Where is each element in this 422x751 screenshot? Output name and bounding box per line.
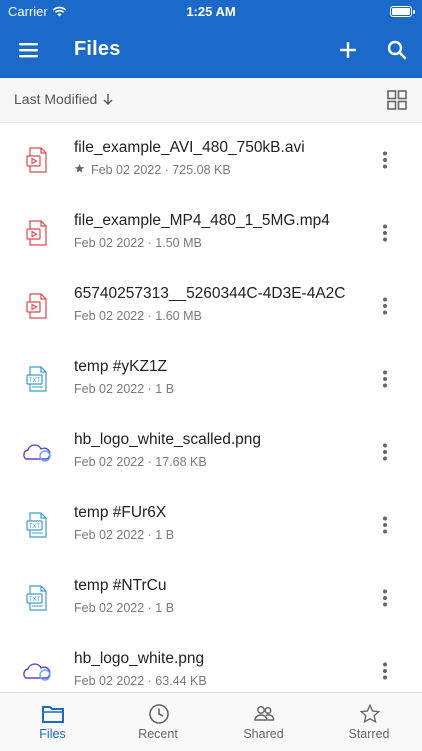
file-meta-text: Feb 02 2022 · 725.08 KB <box>91 163 231 177</box>
file-meta-text: Feb 02 2022 · 1.60 MB <box>74 309 202 323</box>
more-vertical-icon <box>374 224 396 248</box>
tab-files[interactable]: Files <box>0 693 105 751</box>
txt-file-icon: TXT <box>20 364 54 394</box>
more-vertical-icon <box>374 443 396 467</box>
file-name: 65740257313__5260344C-4D3E-4A2C <box>74 285 346 302</box>
more-vertical-icon <box>374 516 396 540</box>
more-vertical-icon <box>374 370 396 394</box>
tab-bar: Files Recent Shared Starred <box>0 692 422 751</box>
tab-label: Starred <box>348 727 390 741</box>
file-name: file_example_MP4_480_1_5MG.mp4 <box>74 212 330 229</box>
more-options-button[interactable] <box>374 587 396 609</box>
starred-icon <box>74 163 85 177</box>
video-file-icon <box>20 291 54 321</box>
file-row[interactable]: TXT temp #FUr6X Feb 02 2022 · 1 B <box>0 488 422 561</box>
menu-icon <box>19 43 38 58</box>
file-name: temp #FUr6X <box>74 504 167 521</box>
tab-shared[interactable]: Shared <box>211 693 316 751</box>
file-meta-text: Feb 02 2022 · 63.44 KB <box>74 674 207 688</box>
tab-label: Shared <box>243 727 284 741</box>
more-vertical-icon <box>374 662 396 686</box>
menu-button[interactable] <box>14 36 44 64</box>
status-time: 1:25 AM <box>186 4 236 19</box>
more-vertical-icon <box>374 297 396 321</box>
file-row[interactable]: 65740257313__5260344C-4D3E-4A2C Feb 02 20… <box>0 269 422 342</box>
tab-recent[interactable]: Recent <box>106 693 211 751</box>
file-meta: Feb 02 2022 · 1 B <box>74 528 174 542</box>
file-name: hb_logo_white.png <box>74 650 205 667</box>
file-name: hb_logo_white_scalled.png <box>74 431 262 448</box>
file-row[interactable]: hb_logo_white_scalled.png Feb 02 2022 · 1… <box>0 415 422 488</box>
file-meta: Feb 02 2022 · 1.60 MB <box>74 309 202 323</box>
file-row[interactable]: file_example_AVI_480_750kB.avi Feb 02 202… <box>0 123 422 196</box>
sort-bar: Last Modified <box>0 78 422 123</box>
file-meta-text: Feb 02 2022 · 1.50 MB <box>74 236 202 250</box>
more-options-button[interactable] <box>374 514 396 536</box>
nav-bar: Files <box>0 28 422 72</box>
file-list: file_example_AVI_480_750kB.avi Feb 02 202… <box>0 123 422 692</box>
search-icon <box>387 40 407 60</box>
sort-selector[interactable]: Last Modified <box>14 91 115 107</box>
file-meta: Feb 02 2022 · 1 B <box>74 601 174 615</box>
more-options-button[interactable] <box>374 295 396 317</box>
more-vertical-icon <box>374 589 396 613</box>
svg-text:TXT: TXT <box>29 597 41 603</box>
tab-label: Recent <box>138 727 178 741</box>
search-button[interactable] <box>383 36 411 64</box>
file-meta: Feb 02 2022 · 1.50 MB <box>74 236 202 250</box>
file-row[interactable]: file_example_MP4_480_1_5MG.mp4 Feb 02 202… <box>0 196 422 269</box>
tab-starred[interactable]: Starred <box>317 693 422 751</box>
status-bar: Carrier 1:25 AM <box>0 0 422 24</box>
txt-file-icon: TXT <box>20 510 54 540</box>
file-meta-text: Feb 02 2022 · 1 B <box>74 528 175 542</box>
arrow-down-icon <box>103 94 113 105</box>
more-vertical-icon <box>374 151 396 175</box>
page-title: Files <box>74 38 121 60</box>
video-file-icon <box>20 145 54 175</box>
file-meta: Feb 02 2022 · 63.44 KB <box>74 674 207 688</box>
file-name: temp #yKZ1Z <box>74 358 168 375</box>
file-meta-text: Feb 02 2022 · 1 B <box>74 601 175 615</box>
plus-icon <box>340 42 356 58</box>
add-button[interactable] <box>334 36 362 64</box>
file-row[interactable]: TXT temp #yKZ1Z Feb 02 2022 · 1 B <box>0 342 422 415</box>
more-options-button[interactable] <box>374 441 396 463</box>
file-name: file_example_AVI_480_750kB.avi <box>74 139 305 156</box>
svg-text:TXT: TXT <box>29 524 41 530</box>
svg-text:TXT: TXT <box>29 378 41 384</box>
file-name: temp #NTrCu <box>74 577 167 594</box>
battery-icon <box>390 6 415 17</box>
video-file-icon <box>20 218 54 248</box>
more-options-button[interactable] <box>374 368 396 390</box>
more-options-button[interactable] <box>374 222 396 244</box>
file-meta: Feb 02 2022 · 1 B <box>74 382 174 396</box>
more-options-button[interactable] <box>374 660 396 682</box>
file-meta: Feb 02 2022 · 17.68 KB <box>74 455 207 469</box>
grid-view-icon <box>387 90 407 110</box>
app-header: Carrier 1:25 AM Files <box>0 0 422 78</box>
grid-view-button[interactable] <box>386 89 408 111</box>
cloud-image-icon <box>20 437 54 467</box>
file-row[interactable]: TXT temp #NTrCu Feb 02 2022 · 1 B <box>0 561 422 634</box>
file-meta-text: Feb 02 2022 · 17.68 KB <box>74 455 207 469</box>
file-meta: Feb 02 2022 · 725.08 KB <box>74 163 231 177</box>
tab-label: Files <box>39 727 66 741</box>
more-options-button[interactable] <box>374 149 396 171</box>
cloud-image-icon <box>20 656 54 686</box>
txt-file-icon: TXT <box>20 583 54 613</box>
file-row[interactable]: hb_logo_white.png Feb 02 2022 · 63.44 KB <box>0 634 422 692</box>
file-meta-text: Feb 02 2022 · 1 B <box>74 382 175 396</box>
sort-label: Last Modified <box>14 91 98 107</box>
